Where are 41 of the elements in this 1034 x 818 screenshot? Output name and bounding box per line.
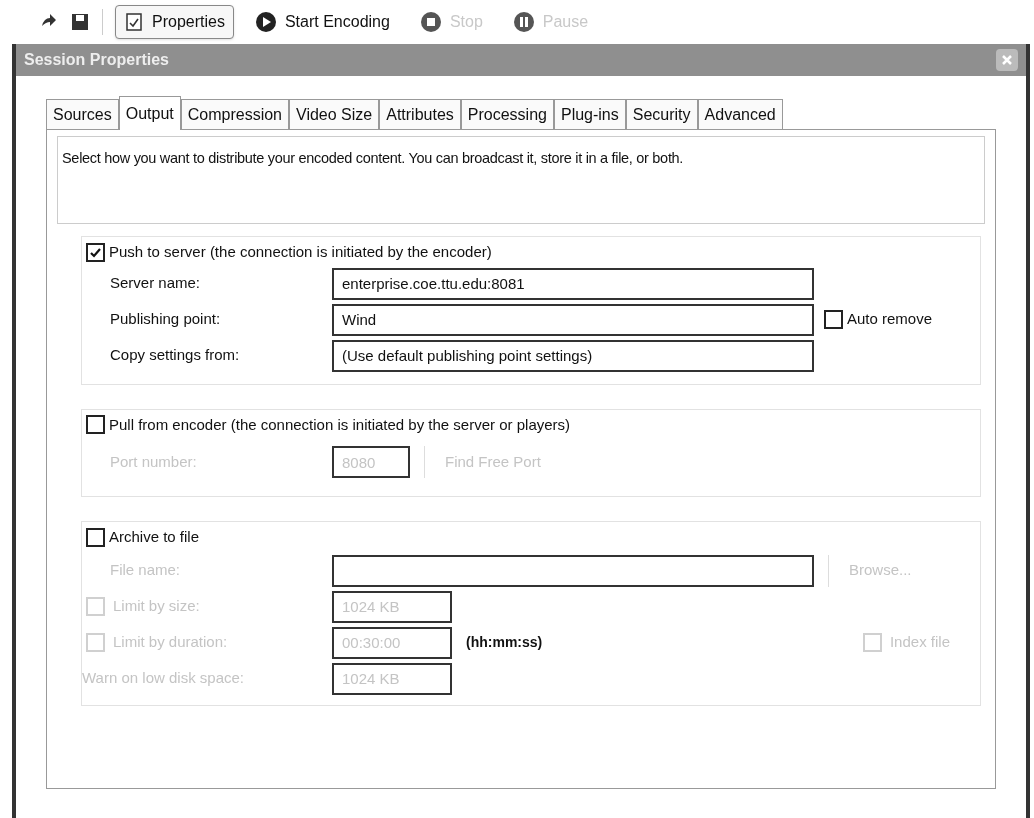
checkbox-label: Archive to file: [109, 527, 200, 547]
text-field[interactable]: enterprise.coe.ttu.edu:8081: [332, 267, 814, 300]
window-title: Session Properties: [24, 50, 169, 70]
tab[interactable]: Sources: [46, 99, 119, 129]
field-label: File name:: [109, 560, 182, 581]
pause-icon: [512, 11, 535, 33]
tab[interactable]: Processing: [460, 99, 554, 129]
tab[interactable]: Output: [118, 96, 181, 130]
checkbox-label: Limit by duration:: [113, 632, 228, 653]
toolbar-button[interactable]: Properties: [115, 5, 234, 39]
tab[interactable]: Compression: [180, 99, 289, 129]
checkbox[interactable]: [86, 415, 105, 435]
field-label: Copy settings from:: [109, 345, 241, 366]
checkbox[interactable]: [86, 527, 105, 547]
close-button[interactable]: [996, 49, 1018, 71]
toolbar-button[interactable]: Start Encoding: [245, 5, 399, 39]
text-field[interactable]: (Use default publishing point settings): [332, 339, 814, 372]
checkbox-label: Index file: [889, 632, 950, 653]
description-text: Select how you want to distribute your encoded content. You can broadcast it, store it in a file, or both.: [62, 150, 684, 166]
checkbox-label: Auto remove: [847, 309, 933, 330]
field-label: Port number:: [109, 451, 198, 472]
close-icon: [1001, 54, 1013, 66]
tab[interactable]: Video Size: [289, 99, 380, 129]
save-icon[interactable]: [70, 12, 90, 32]
field-label: Publishing point:: [109, 309, 222, 330]
field-label: Server name:: [109, 273, 202, 294]
format-hint: (hh:mm:ss): [466, 633, 543, 652]
checkbox-label: Pull from encoder (the connection is initiated by the server or players): [109, 414, 571, 435]
checkbox[interactable]: [824, 310, 843, 329]
checkbox[interactable]: [86, 242, 105, 262]
tab[interactable]: Plug-ins: [553, 99, 626, 129]
document-check-icon: [124, 12, 144, 32]
text-field[interactable]: Wind: [332, 303, 814, 336]
field-label: Warn on low disk space:: [82, 668, 245, 689]
checkbox-label: Push to server (the connection is initiated by the encoder): [109, 242, 492, 262]
tab[interactable]: Advanced: [697, 99, 783, 129]
play-icon: [254, 11, 277, 33]
tab[interactable]: Attributes: [379, 99, 461, 129]
checkbox-label: Limit by size:: [113, 596, 200, 617]
stop-icon: [419, 11, 442, 33]
tab[interactable]: Security: [625, 99, 698, 129]
